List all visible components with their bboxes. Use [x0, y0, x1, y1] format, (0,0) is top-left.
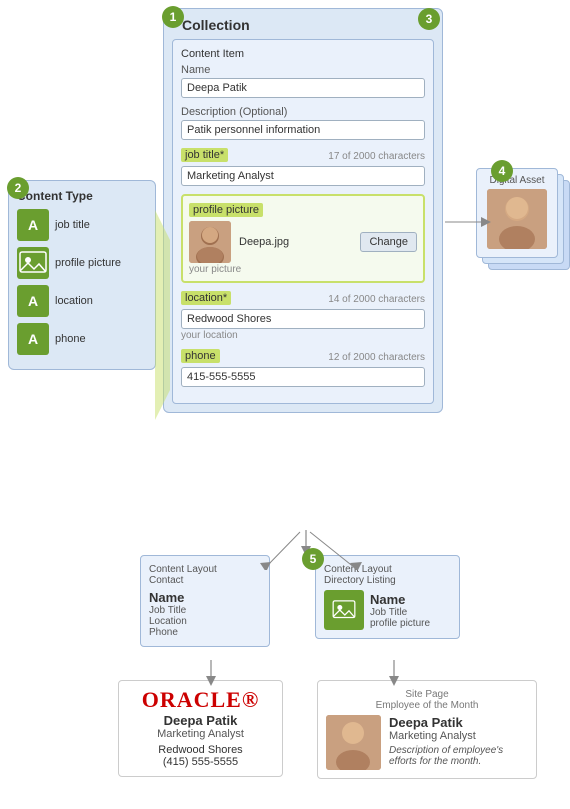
site-page-header: Site Page Employee of the Month	[326, 689, 528, 711]
badge-1: 1	[162, 6, 184, 28]
profile-picture-label: profile picture	[189, 203, 263, 217]
digital-asset-photo	[487, 189, 547, 249]
oracle-logo: ORACLE®	[127, 689, 274, 711]
location-field-group: location* 14 of 2000 characters your loc…	[181, 291, 425, 341]
content-item-box: Content Item Name Description (Optional)…	[172, 39, 434, 404]
oracle-phone: (415) 555-5555	[127, 756, 274, 768]
ct-item-phone: A phone	[17, 323, 147, 355]
site-page-content: Deepa Patik Marketing Analyst Descriptio…	[326, 715, 528, 770]
ct-icon-text-job-title: A	[17, 209, 49, 241]
ct-icon-text-location: A	[17, 285, 49, 317]
desc-field-group: Description (Optional)	[181, 106, 425, 140]
your-picture-hint: your picture	[189, 264, 417, 275]
oracle-name: Deepa Patik	[127, 713, 274, 728]
sp-name: Deepa Patik	[389, 715, 528, 730]
cl-directory-header: Content Layout Directory Listing	[324, 564, 451, 586]
content-layout-contact: Content Layout Contact Name Job Title Lo…	[140, 555, 270, 647]
cl-contact-phone: Phone	[149, 627, 261, 638]
phone-field-group: phone 12 of 2000 characters	[181, 349, 425, 387]
profile-picture-filename: Deepa.jpg	[239, 236, 352, 248]
oracle-title: Marketing Analyst	[127, 728, 274, 740]
sp-description: Description of employee's efforts for th…	[389, 745, 528, 767]
ct-item-job-title: A job title	[17, 209, 147, 241]
location-hint: your location	[181, 330, 425, 341]
job-title-label: job title*	[181, 148, 228, 162]
job-title-char-count: 17 of 2000 characters	[328, 151, 425, 162]
ct-item-location: A location	[17, 285, 147, 317]
ct-label-phone: phone	[55, 333, 86, 345]
cl-directory-job-title: Job Title	[370, 607, 430, 618]
content-layout-directory: Content Layout Directory Listing Name Jo…	[315, 555, 460, 639]
oracle-location: Redwood Shores	[127, 744, 274, 756]
da-card-front: Digital Asset	[476, 168, 558, 258]
oracle-result-box: ORACLE® Deepa Patik Marketing Analyst Re…	[118, 680, 283, 777]
cl-contact-location: Location	[149, 616, 261, 627]
cl-directory-profile-pic: profile picture	[370, 618, 430, 629]
ct-label-job-title: job title	[55, 219, 90, 231]
digital-asset-stack: Digital Asset	[476, 168, 566, 268]
ct-icon-text-phone: A	[17, 323, 49, 355]
phone-char-count: 12 of 2000 characters	[328, 352, 425, 363]
phone-input[interactable]	[181, 367, 425, 387]
desc-input[interactable]	[181, 120, 425, 140]
site-page-box: Site Page Employee of the Month Deepa Pa…	[317, 680, 537, 779]
badge-5: 5	[302, 548, 324, 570]
badge-2: 2	[7, 177, 29, 199]
profile-picture-row: Deepa.jpg Change	[189, 221, 417, 263]
name-label: Name	[181, 64, 425, 76]
content-type-box: Content Type A job title profile picture…	[8, 180, 156, 370]
cl-contact-name: Name	[149, 590, 261, 605]
location-input[interactable]	[181, 309, 425, 329]
site-page-photo	[326, 715, 381, 770]
name-input[interactable]	[181, 78, 425, 98]
cl-contact-header: Content Layout Contact	[149, 564, 261, 586]
location-char-count: 14 of 2000 characters	[328, 294, 425, 305]
collection-box: Collection Content Item Name Description…	[163, 8, 443, 413]
cl-directory-row: Name Job Title profile picture	[324, 590, 451, 630]
badge-3: 3	[418, 8, 440, 30]
change-button[interactable]: Change	[360, 232, 417, 252]
ct-label-location: location	[55, 295, 93, 307]
job-title-field-group: job title* 17 of 2000 characters	[181, 148, 425, 186]
profile-picture-field: profile picture Deepa.jpg Change	[181, 194, 425, 283]
cl-directory-text: Name Job Title profile picture	[370, 592, 430, 629]
content-item-label: Content Item	[181, 48, 425, 60]
site-page-text: Deepa Patik Marketing Analyst Descriptio…	[389, 715, 528, 767]
ct-item-profile-picture: profile picture	[17, 247, 147, 279]
content-type-title: Content Type	[17, 189, 147, 203]
ct-label-profile-picture: profile picture	[55, 257, 121, 269]
collection-title: Collection	[172, 17, 434, 33]
cl-directory-name: Name	[370, 592, 430, 607]
desc-label: Description (Optional)	[181, 106, 425, 118]
name-field-group: Name	[181, 64, 425, 98]
cl-contact-job-title: Job Title	[149, 605, 261, 616]
sp-title: Marketing Analyst	[389, 730, 528, 742]
profile-picture-thumb	[189, 221, 231, 263]
badge-4: 4	[491, 160, 513, 182]
ct-icon-image-profile	[17, 247, 49, 279]
cl-directory-image-icon	[324, 590, 364, 630]
diagram-container: 1 Collection Content Item Name Descripti…	[0, 0, 570, 809]
job-title-input[interactable]	[181, 166, 425, 186]
phone-label: phone	[181, 349, 220, 363]
location-label: location*	[181, 291, 231, 305]
